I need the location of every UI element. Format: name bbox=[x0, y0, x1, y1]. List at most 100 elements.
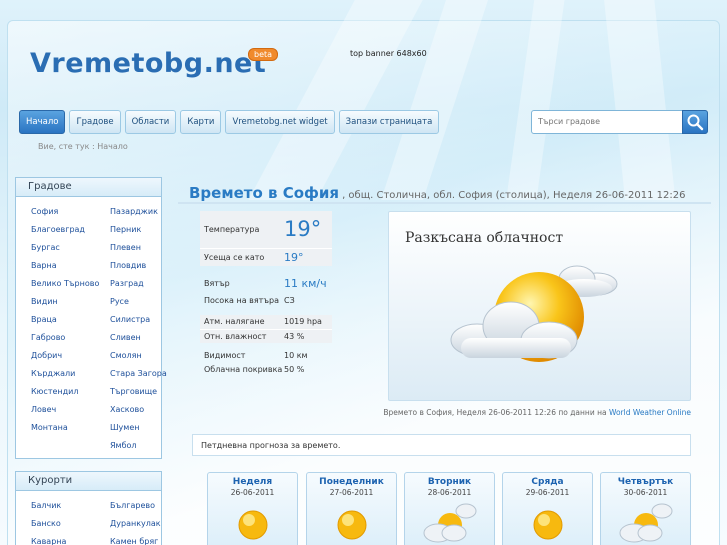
city-link[interactable]: Добрич bbox=[31, 351, 62, 360]
source-link[interactable]: World Weather Online bbox=[609, 408, 691, 417]
forecast-date: 28-06-2011 bbox=[427, 488, 472, 497]
city-link[interactable]: Каварна bbox=[31, 537, 66, 545]
city-link[interactable]: Камен бряг bbox=[110, 537, 158, 545]
city-link[interactable]: Балчик bbox=[31, 501, 61, 510]
city-link[interactable]: Кърджали bbox=[31, 369, 75, 378]
resorts-box: Курорти Балчик Банско Каварна Българево Дура… bbox=[15, 471, 162, 545]
visibility-row: Видимост 10 км bbox=[200, 349, 332, 363]
city-link[interactable]: Хасково bbox=[110, 405, 144, 414]
nav-bookmark[interactable]: Запази страницата bbox=[338, 110, 440, 134]
city-link[interactable]: Банско bbox=[31, 519, 61, 528]
rain-cloud-icon bbox=[423, 503, 476, 543]
feels-label: Усеща се като bbox=[204, 253, 265, 262]
nav-cities[interactable]: Градове bbox=[69, 110, 121, 134]
pressure-value: 1019 hpa bbox=[284, 317, 322, 326]
main-nav: Начало Градове Области Карти Vremetobg.n… bbox=[19, 110, 440, 134]
forecast-day[interactable]: Неделя 26-06-2011 bbox=[207, 472, 298, 545]
feels-value: 19° bbox=[284, 251, 304, 264]
city-link[interactable]: Българево bbox=[110, 501, 155, 510]
resorts-box-title: Курорти bbox=[16, 472, 161, 491]
rain-cloud-icon bbox=[619, 503, 672, 543]
city-link[interactable]: Пловдив bbox=[110, 261, 146, 270]
wind-value: 11 км/ч bbox=[284, 277, 327, 290]
wind-dir-value: СЗ bbox=[284, 296, 295, 305]
cloud-value: 50 % bbox=[284, 365, 305, 374]
pressure-row: Атм. налягане 1019 hpa bbox=[200, 315, 332, 329]
city-link[interactable]: Разград bbox=[110, 279, 144, 288]
visibility-value: 10 км bbox=[284, 351, 308, 360]
nav-widget[interactable]: Vremetobg.net widget bbox=[225, 110, 335, 134]
forecast-day[interactable]: Вторник 28-06-2011 bbox=[404, 472, 495, 545]
nav-maps[interactable]: Карти bbox=[180, 110, 222, 134]
sun-icon bbox=[238, 510, 267, 540]
city-link[interactable]: Силистра bbox=[110, 315, 150, 324]
city-link[interactable]: Търговище bbox=[110, 387, 157, 396]
city-link[interactable]: Габрово bbox=[31, 333, 65, 342]
city-link[interactable]: Перник bbox=[110, 225, 141, 234]
city-link[interactable]: Враца bbox=[31, 315, 57, 324]
city-link[interactable]: Ямбол bbox=[110, 441, 137, 450]
wind-dir-row: Посока на вятъра СЗ bbox=[200, 293, 332, 309]
forecast-date: 26-06-2011 bbox=[230, 488, 275, 497]
city-link[interactable]: Монтана bbox=[31, 423, 68, 432]
forecast-date: 29-06-2011 bbox=[525, 488, 570, 497]
pressure-label: Атм. налягане bbox=[204, 317, 265, 326]
city-link[interactable]: Пазарджик bbox=[110, 207, 158, 216]
beta-badge: beta bbox=[248, 48, 279, 61]
forecast-day[interactable]: Четвъртък 30-06-2011 bbox=[600, 472, 691, 545]
city-link[interactable]: Велико Търново bbox=[31, 279, 99, 288]
search-icon bbox=[687, 114, 704, 131]
forecast-date: 27-06-2011 bbox=[329, 488, 374, 497]
sun-icon bbox=[533, 510, 562, 540]
data-source: Времето в София, Неделя 26-06-2011 12:26… bbox=[360, 408, 691, 417]
city-link[interactable]: Плевен bbox=[110, 243, 141, 252]
cloud-label: Облачна покривка bbox=[204, 365, 283, 374]
forecast-day-name: Четвъртък bbox=[617, 477, 674, 487]
source-text: Времето в София, Неделя 26-06-2011 12:26… bbox=[383, 408, 609, 417]
city-link[interactable]: Шумен bbox=[110, 423, 139, 432]
search-input[interactable] bbox=[538, 117, 678, 126]
city-link[interactable]: Благоевград bbox=[31, 225, 85, 234]
forecast-day[interactable]: Сряда 29-06-2011 bbox=[502, 472, 593, 545]
search-button[interactable] bbox=[682, 110, 708, 134]
breadcrumb: Вие, сте тук : Начало bbox=[38, 142, 128, 151]
forecast-day[interactable]: Понеделник 27-06-2011 bbox=[306, 472, 397, 545]
city-link[interactable]: София bbox=[31, 207, 58, 216]
page-subtitle: , общ. Столична, обл. София (столица), Н… bbox=[342, 190, 686, 201]
city-link[interactable]: Видин bbox=[31, 297, 58, 306]
city-link[interactable]: Дуранкулак bbox=[110, 519, 161, 528]
top-banner-placeholder: top banner 648x60 bbox=[350, 49, 427, 58]
cloud-row: Облачна покривка 50 % bbox=[200, 363, 332, 377]
forecast-day-name: Сряда bbox=[531, 477, 564, 487]
humidity-label: Отн. влажност bbox=[204, 332, 267, 341]
site-logo[interactable]: Vremetobg.net bbox=[30, 48, 266, 79]
humidity-value: 43 % bbox=[284, 332, 305, 341]
temp-value: 19° bbox=[284, 217, 322, 241]
temp-label: Температура bbox=[204, 225, 260, 234]
city-link[interactable]: Смолян bbox=[110, 351, 142, 360]
page-heading: Времето в София, общ. Столична, обл. Соф… bbox=[178, 184, 711, 204]
nav-regions[interactable]: Области bbox=[124, 110, 177, 134]
humidity-row: Отн. влажност 43 % bbox=[200, 329, 332, 343]
wind-row: Вятър 11 км/ч bbox=[200, 275, 332, 293]
city-link[interactable]: Русе bbox=[110, 297, 129, 306]
nav-home[interactable]: Начало bbox=[19, 110, 66, 134]
city-link[interactable]: Кюстендил bbox=[31, 387, 78, 396]
search-box bbox=[531, 110, 708, 134]
cities-box-title: Градове bbox=[16, 178, 161, 197]
page-title: Времето в София bbox=[189, 184, 340, 202]
wind-label: Вятър bbox=[204, 279, 230, 288]
partly-cloudy-icon bbox=[450, 265, 618, 362]
wind-dir-label: Посока на вятъра bbox=[204, 296, 279, 305]
city-link[interactable]: Варна bbox=[31, 261, 57, 270]
forecast-date: 30-06-2011 bbox=[623, 488, 668, 497]
visibility-label: Видимост bbox=[204, 351, 246, 360]
city-link[interactable]: Ловеч bbox=[31, 405, 56, 414]
condition-panel: Разкъсана облачност bbox=[388, 211, 691, 401]
city-link[interactable]: Сливен bbox=[110, 333, 141, 342]
forecast-day-name: Вторник bbox=[427, 477, 472, 487]
city-link[interactable]: Стара Загора bbox=[110, 369, 167, 378]
cities-box: Градове София Благоевград Бургас Варна Велик… bbox=[15, 177, 167, 459]
current-conditions: Температура 19° Усеща се като 19° Вятър … bbox=[200, 211, 332, 386]
city-link[interactable]: Бургас bbox=[31, 243, 60, 252]
